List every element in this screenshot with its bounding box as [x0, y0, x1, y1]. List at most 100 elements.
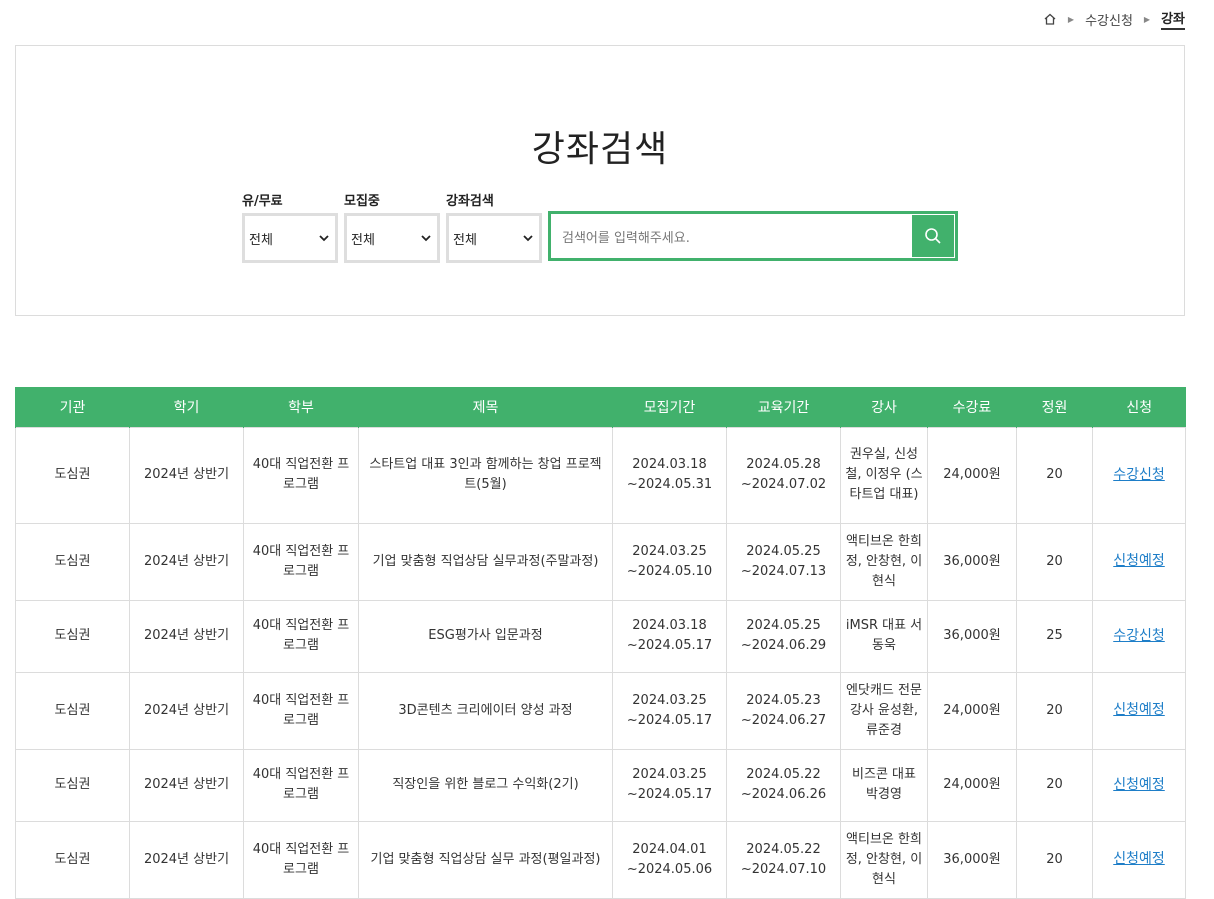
home-icon[interactable] [1043, 12, 1057, 26]
table-row: 도심권 2024년 상반기 40대 직업전환 프로그램 3D콘텐츠 크리에이터 양성 … [15, 671, 1186, 750]
lecturer-cell: iMSR 대표 서동욱 [840, 599, 928, 673]
col-header-term: 학기 [129, 387, 244, 427]
title-cell: 기업 맞춤형 직업상담 실무 과정(평일과정) [358, 820, 613, 899]
term-cell: 2024년 상반기 [129, 748, 244, 822]
search-type-select[interactable]: 전체 [446, 213, 542, 263]
apply-link[interactable]: 수강신청 [1113, 628, 1165, 644]
fee-cell: 36,000원 [927, 599, 1017, 673]
org-cell: 도심권 [15, 820, 130, 899]
capacity-cell: 20 [1016, 522, 1093, 601]
dept-cell: 40대 직업전환 프로그램 [243, 820, 359, 899]
term-cell: 2024년 상반기 [129, 671, 244, 750]
lecturer-cell: 권우실, 신성철, 이정우 (스타트업 대표) [840, 426, 928, 524]
term-cell: 2024년 상반기 [129, 599, 244, 673]
org-cell: 도심권 [15, 748, 130, 822]
fee-cell: 24,000원 [927, 748, 1017, 822]
org-cell: 도심권 [15, 426, 130, 524]
apply-link[interactable]: 수강신청 [1113, 467, 1165, 483]
chevron-right-icon: ▶ [1067, 14, 1075, 24]
select-value: 전체 [453, 232, 477, 248]
apply-link[interactable]: 신청예정 [1113, 553, 1165, 569]
lecturer-cell: 엔닷캐드 전문강사 윤성환, 류준경 [840, 671, 928, 750]
col-header-title: 제목 [358, 387, 613, 427]
recruiting-select[interactable]: 전체 [344, 213, 440, 263]
apply-link[interactable]: 신청예정 [1113, 777, 1165, 793]
search-input[interactable]: 검색어를 입력해주세요. [548, 211, 958, 261]
dept-cell: 40대 직업전환 프로그램 [243, 426, 359, 524]
apply-cell: 수강신청 [1092, 426, 1186, 524]
apply-link[interactable]: 신청예정 [1113, 851, 1165, 867]
col-header-fee: 수강료 [927, 387, 1017, 427]
title-cell: 스타트업 대표 3인과 함께하는 창업 프로젝트(5월) [358, 426, 613, 524]
chevron-right-icon: ▶ [1143, 14, 1151, 24]
dept-cell: 40대 직업전환 프로그램 [243, 671, 359, 750]
recruit-period-cell: 2024.03.18 ~2024.05.31 [612, 426, 727, 524]
edu-period-cell: 2024.05.22 ~2024.07.10 [726, 820, 841, 899]
breadcrumb-item-course[interactable]: 강좌 [1161, 8, 1185, 30]
title-cell: ESG평가사 입문과정 [358, 599, 613, 673]
search-panel: 강좌검색 유/무료 전체 모집중 전체 강좌검색 전체 검색어를 입력해주세요. [15, 45, 1185, 316]
lecturer-cell: 액티브온 한희정, 안창현, 이현식 [840, 820, 928, 899]
select-value: 전체 [249, 232, 273, 248]
edu-period-cell: 2024.05.25 ~2024.07.13 [726, 522, 841, 601]
col-header-lecturer: 강사 [840, 387, 928, 427]
capacity-cell: 20 [1016, 820, 1093, 899]
title-cell: 기업 맞춤형 직업상담 실무과정(주말과정) [358, 522, 613, 601]
filter-recruiting: 모집중 전체 [344, 190, 440, 263]
edu-period-cell: 2024.05.22 ~2024.06.26 [726, 748, 841, 822]
capacity-cell: 25 [1016, 599, 1093, 673]
apply-link[interactable]: 신청예정 [1113, 702, 1165, 718]
recruit-period-cell: 2024.03.25 ~2024.05.17 [612, 748, 727, 822]
col-header-capacity: 정원 [1016, 387, 1093, 427]
course-table: 기관 학기 학부 제목 모집기간 교육기간 강사 수강료 정원 신청 도심권 20… [15, 387, 1186, 899]
filter-label: 모집중 [344, 194, 380, 209]
fee-cell: 24,000원 [927, 426, 1017, 524]
edu-period-cell: 2024.05.28 ~2024.07.02 [726, 426, 841, 524]
term-cell: 2024년 상반기 [129, 426, 244, 524]
search-icon [925, 228, 941, 244]
table-row: 도심권 2024년 상반기 40대 직업전환 프로그램 기업 맞춤형 직업상담 실무 … [15, 820, 1186, 899]
capacity-cell: 20 [1016, 748, 1093, 822]
capacity-cell: 20 [1016, 426, 1093, 524]
breadcrumb-item-course-registration[interactable]: 수강신청 [1085, 10, 1133, 29]
apply-cell: 수강신청 [1092, 599, 1186, 673]
filter-label: 유/무료 [242, 194, 283, 209]
edu-period-cell: 2024.05.23 ~2024.06.27 [726, 671, 841, 750]
search-button[interactable] [912, 215, 954, 257]
dept-cell: 40대 직업전환 프로그램 [243, 599, 359, 673]
search-placeholder: 검색어를 입력해주세요. [562, 230, 690, 246]
table-header-row: 기관 학기 학부 제목 모집기간 교육기간 강사 수강료 정원 신청 [15, 387, 1186, 427]
org-cell: 도심권 [15, 522, 130, 601]
apply-cell: 신청예정 [1092, 522, 1186, 601]
recruit-period-cell: 2024.04.01 ~2024.05.06 [612, 820, 727, 899]
term-cell: 2024년 상반기 [129, 820, 244, 899]
chevron-down-icon [523, 234, 533, 241]
filter-label: 강좌검색 [446, 194, 494, 209]
fee-cell: 24,000원 [927, 671, 1017, 750]
recruit-period-cell: 2024.03.25 ~2024.05.10 [612, 522, 727, 601]
paid-select[interactable]: 전체 [242, 213, 338, 263]
recruit-period-cell: 2024.03.25 ~2024.05.17 [612, 671, 727, 750]
apply-cell: 신청예정 [1092, 748, 1186, 822]
org-cell: 도심권 [15, 671, 130, 750]
breadcrumb: ▶ 수강신청 ▶ 강좌 [1043, 8, 1185, 30]
title-cell: 3D콘텐츠 크리에이터 양성 과정 [358, 671, 613, 750]
col-header-recruit-period: 모집기간 [612, 387, 727, 427]
select-value: 전체 [351, 232, 375, 248]
lecturer-cell: 액티브온 한희정, 안창현, 이현식 [840, 522, 928, 601]
col-header-org: 기관 [15, 387, 130, 427]
col-header-edu-period: 교육기간 [726, 387, 841, 427]
table-row: 도심권 2024년 상반기 40대 직업전환 프로그램 스타트업 대표 3인과 함께하… [15, 426, 1186, 524]
col-header-apply: 신청 [1092, 387, 1186, 427]
title-cell: 직장인을 위한 블로그 수익화(2기) [358, 748, 613, 822]
chevron-down-icon [319, 234, 329, 241]
table-row: 도심권 2024년 상반기 40대 직업전환 프로그램 직장인을 위한 블로그 수익화… [15, 748, 1186, 822]
filter-paid: 유/무료 전체 [242, 190, 338, 263]
search-title: 강좌검색 [531, 129, 669, 170]
fee-cell: 36,000원 [927, 522, 1017, 601]
apply-cell: 신청예정 [1092, 820, 1186, 899]
edu-period-cell: 2024.05.25 ~2024.06.29 [726, 599, 841, 673]
fee-cell: 36,000원 [927, 820, 1017, 899]
col-header-dept: 학부 [243, 387, 359, 427]
org-cell: 도심권 [15, 599, 130, 673]
